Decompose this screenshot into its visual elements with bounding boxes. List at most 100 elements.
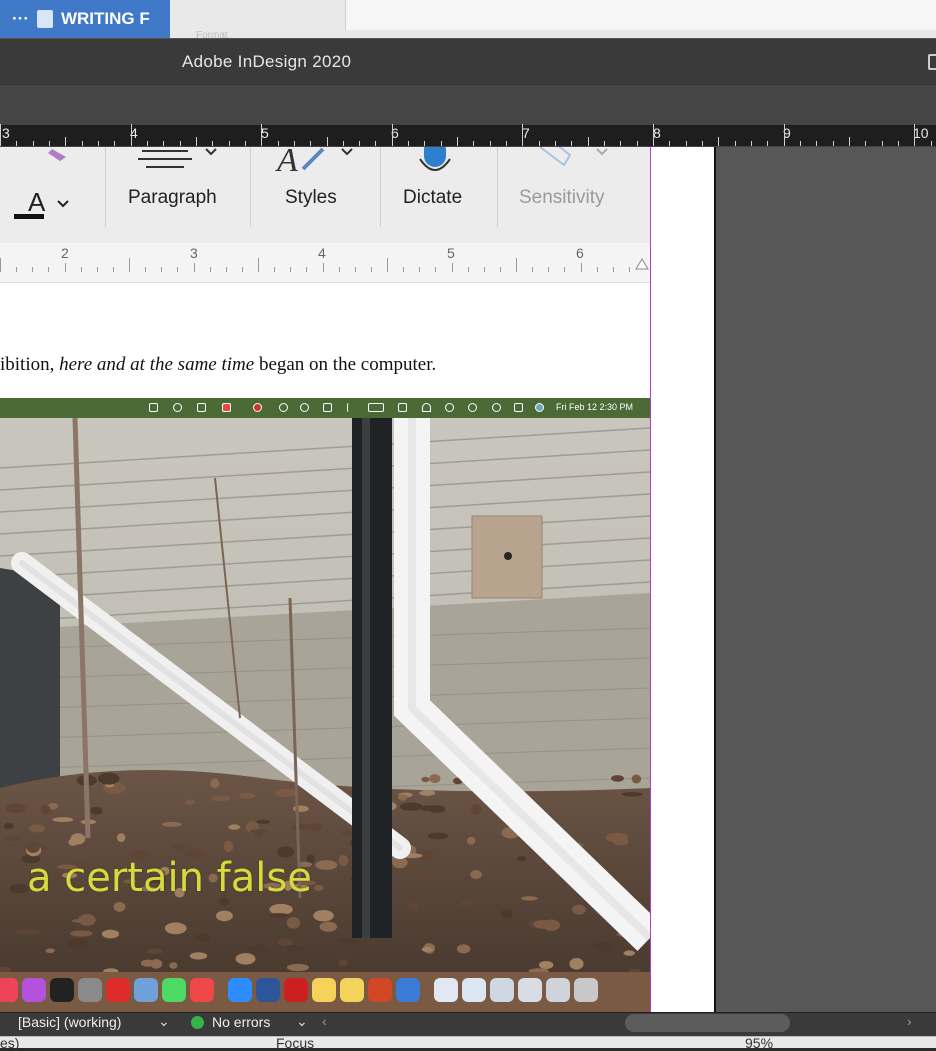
- more-icon[interactable]: ···: [12, 9, 29, 29]
- ruler-tick: [620, 141, 622, 146]
- ruler-tick: [816, 141, 818, 146]
- word-ruler-tick: [354, 267, 356, 272]
- word-ruler-tick: [64, 263, 66, 272]
- ruler-tick: [114, 141, 116, 146]
- word-ruler-tick: [322, 263, 324, 272]
- bluetooth-icon: [347, 403, 356, 412]
- photo-booth-app-icon[interactable]: [106, 978, 130, 1002]
- svg-text:A: A: [275, 147, 298, 177]
- word-ruler-tick: [177, 267, 179, 272]
- sensitivity-icon: [539, 147, 608, 167]
- preflight-errors-label[interactable]: No errors: [212, 1014, 270, 1030]
- ruler-tick: [326, 137, 328, 146]
- word-app-icon[interactable]: [256, 978, 280, 1002]
- focus-button[interactable]: Focus: [276, 1035, 314, 1051]
- window-thumb-5-icon[interactable]: [546, 978, 570, 1002]
- right-indent-marker-icon[interactable]: [634, 255, 650, 271]
- tv-app-icon[interactable]: [50, 978, 74, 1002]
- ruler-tick: [848, 137, 850, 146]
- ruler-tick: [473, 141, 475, 146]
- ruler-tick: [212, 141, 214, 146]
- scroll-right-icon[interactable]: ›: [907, 1013, 912, 1029]
- text-normal: began on the computer.: [258, 354, 437, 375]
- notes-app-icon[interactable]: [312, 978, 336, 1002]
- word-ruler-tick: [499, 267, 501, 272]
- menubar-clock: Fri Feb 12 2:30 PM: [556, 402, 634, 412]
- window-thumb-2-icon[interactable]: [462, 978, 486, 1002]
- ruler-tick: [146, 141, 148, 146]
- ruler-tick: [359, 141, 361, 146]
- word-ruler-label: 6: [576, 245, 584, 261]
- ruler-tick: [228, 141, 230, 146]
- ruler-tick: [930, 141, 932, 146]
- microphone-icon: [419, 147, 451, 171]
- ruler-tick: [734, 141, 736, 146]
- window-thumb-1-icon[interactable]: [434, 978, 458, 1002]
- dictate-button[interactable]: Dictate: [403, 187, 462, 209]
- sensitivity-button: Sensitivity: [519, 187, 605, 208]
- word-ruler-tick: [612, 267, 614, 272]
- window-resize-icon[interactable]: [928, 54, 936, 70]
- indesign-title-bar: [0, 38, 936, 84]
- ruler-tick: [685, 141, 687, 146]
- word-ruler-tick: [628, 267, 630, 272]
- messages-app-icon[interactable]: [162, 978, 186, 1002]
- word-ruler-tick: [129, 258, 130, 272]
- scroll-left-icon[interactable]: ‹: [322, 1013, 327, 1029]
- horizontal-scrollbar-thumb[interactable]: [625, 1014, 790, 1032]
- music-app-icon[interactable]: [0, 978, 18, 1002]
- zoom-app-icon[interactable]: [228, 978, 252, 1002]
- word-ruler-tick: [193, 263, 195, 272]
- window-thumb-4-icon[interactable]: [518, 978, 542, 1002]
- podcasts-app-icon[interactable]: [22, 978, 46, 1002]
- video-caption: a certain false: [27, 855, 312, 901]
- control-center-icon: [514, 403, 523, 412]
- user-icon: [445, 403, 454, 412]
- news-app-icon[interactable]: [190, 978, 214, 1002]
- preflight-profile-label[interactable]: [Basic] (working): [18, 1014, 121, 1030]
- ruler-tick: [391, 124, 393, 146]
- ruler-tick: [636, 141, 638, 146]
- stickies-app-icon[interactable]: [340, 978, 364, 1002]
- ruler-tick: [653, 124, 654, 146]
- word-page: [0, 283, 650, 398]
- ruler-tick: [310, 141, 312, 146]
- ruler-tick: [799, 141, 801, 146]
- ruler-tick: [32, 141, 34, 146]
- trash-icon[interactable]: [574, 978, 598, 1002]
- ruler-tick: [0, 124, 1, 146]
- window-thumb-3-icon[interactable]: [490, 978, 514, 1002]
- word-ruler-tick: [274, 267, 276, 272]
- zoom-level[interactable]: 95%: [745, 1035, 773, 1051]
- ruler-tick: [750, 141, 752, 146]
- indesign-horizontal-ruler: 3 4 5 6 7 8 9 10: [0, 124, 936, 147]
- ruler-tick: [701, 141, 703, 146]
- quicktime-app-icon[interactable]: [396, 978, 420, 1002]
- system-preferences-app-icon[interactable]: [78, 978, 102, 1002]
- word-ruler-tick: [580, 263, 582, 272]
- acrobat-app-icon[interactable]: [284, 978, 308, 1002]
- word-ruler-tick: [387, 258, 388, 272]
- ruler-tick: [81, 141, 83, 146]
- word-ruler-tick: [451, 263, 453, 272]
- styles-button[interactable]: Styles: [285, 187, 337, 209]
- powerpoint-app-icon[interactable]: [368, 978, 392, 1002]
- chevron-down-icon[interactable]: ⌄: [158, 1013, 170, 1030]
- word-ruler-label: 5: [447, 245, 455, 261]
- word-ruler-tick: [306, 267, 308, 272]
- preview-app-icon[interactable]: [134, 978, 158, 1002]
- word-status-strip: [0, 1036, 936, 1048]
- ruler-tick: [440, 141, 442, 146]
- status-icon: [279, 403, 288, 412]
- clock-icon: [468, 403, 477, 412]
- ruler-tick: [881, 141, 883, 146]
- ruler-tick: [555, 141, 557, 146]
- word-document-tab[interactable]: ··· WRITING F: [0, 0, 170, 38]
- ruler-tick: [277, 141, 279, 146]
- status-icon: [173, 403, 182, 412]
- chevron-down-icon[interactable]: ⌄: [296, 1013, 308, 1030]
- font-color-icon[interactable]: A: [14, 147, 74, 227]
- ruler-tick: [261, 124, 263, 146]
- paragraph-button[interactable]: Paragraph: [128, 187, 217, 209]
- ruler-tick: [587, 137, 589, 146]
